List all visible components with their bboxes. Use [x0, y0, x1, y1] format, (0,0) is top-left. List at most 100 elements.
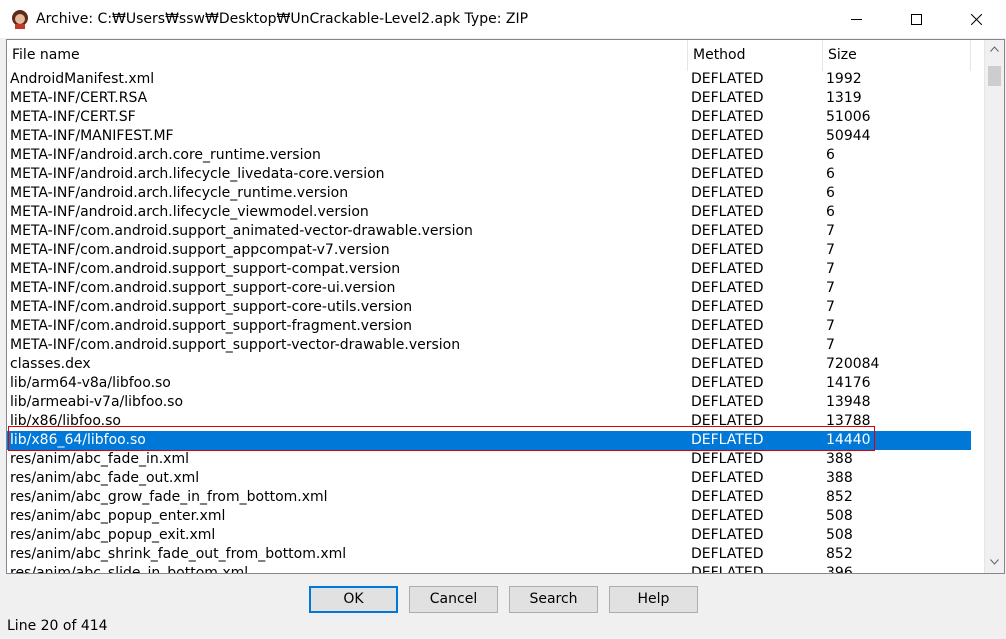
size-cell: 7	[826, 337, 835, 353]
size-cell: 14176	[826, 375, 871, 391]
scroll-down-button[interactable]	[985, 553, 1004, 573]
method-cell: DEFLATED	[691, 223, 764, 239]
table-row[interactable]: META-INF/com.android.support_support-com…	[7, 260, 971, 279]
size-cell: 7	[826, 280, 835, 296]
method-cell: DEFLATED	[691, 546, 764, 562]
method-cell: DEFLATED	[691, 299, 764, 315]
search-button[interactable]: Search	[509, 586, 598, 613]
file-rows: AndroidManifest.xml DEFLATED 1992 META-INF/…	[7, 70, 971, 574]
size-cell: 7	[826, 242, 835, 258]
scroll-up-button[interactable]	[985, 40, 1004, 60]
method-cell: DEFLATED	[691, 413, 764, 429]
file-name-cell: res/anim/abc_slide_in_bottom.xml	[10, 565, 249, 574]
column-header-method[interactable]: Method	[688, 40, 823, 71]
file-name-cell: META-INF/android.arch.lifecycle_viewmode…	[10, 204, 369, 220]
table-row[interactable]: AndroidManifest.xml DEFLATED 1992	[7, 70, 971, 89]
column-header-file-name[interactable]: File name	[7, 40, 688, 71]
method-cell: DEFLATED	[691, 565, 764, 574]
table-row[interactable]: META-INF/com.android.support_support-vec…	[7, 336, 971, 355]
window-title: Archive: C:₩Users₩ssw₩Desktop₩UnCrackabl…	[36, 11, 529, 27]
status-line-count: Line 20 of 414	[7, 618, 108, 634]
file-name-cell: lib/arm64-v8a/libfoo.so	[10, 375, 171, 391]
table-row[interactable]: META-INF/MANIFEST.MF DEFLATED 50944	[7, 127, 971, 146]
file-name-cell: lib/x86_64/libfoo.so	[10, 432, 146, 448]
minimize-icon	[851, 19, 862, 20]
method-cell: DEFLATED	[691, 147, 764, 163]
table-row[interactable]: META-INF/CERT.RSA DEFLATED 1319	[7, 89, 971, 108]
method-cell: DEFLATED	[691, 489, 764, 505]
size-cell: 7	[826, 299, 835, 315]
size-cell: 7	[826, 223, 835, 239]
vertical-scrollbar[interactable]	[984, 40, 1004, 573]
table-row[interactable]: META-INF/CERT.SF DEFLATED 51006	[7, 108, 971, 127]
method-cell: DEFLATED	[691, 261, 764, 277]
maximize-button[interactable]	[886, 0, 946, 38]
size-cell: 508	[826, 508, 853, 524]
method-cell: DEFLATED	[691, 90, 764, 106]
table-row[interactable]: res/anim/abc_popup_exit.xml DEFLATED 508	[7, 526, 971, 545]
close-icon	[971, 14, 982, 25]
method-cell: DEFLATED	[691, 242, 764, 258]
method-cell: DEFLATED	[691, 394, 764, 410]
file-name-cell: META-INF/CERT.SF	[10, 109, 136, 125]
file-name-cell: META-INF/com.android.support_animated-ve…	[10, 223, 473, 239]
minimize-button[interactable]	[826, 0, 886, 38]
file-name-cell: META-INF/com.android.support_appcompat-v…	[10, 242, 390, 258]
column-header-size[interactable]: Size	[823, 40, 971, 71]
method-cell: DEFLATED	[691, 204, 764, 220]
file-name-cell: res/anim/abc_grow_fade_in_from_bottom.xm…	[10, 489, 328, 505]
size-cell: 7	[826, 318, 835, 334]
title-bar: Archive: C:₩Users₩ssw₩Desktop₩UnCrackabl…	[0, 0, 1006, 38]
size-cell: 720084	[826, 356, 880, 372]
ok-button[interactable]: OK	[309, 586, 398, 613]
table-row[interactable]: res/anim/abc_fade_out.xml DEFLATED 388	[7, 469, 971, 488]
table-row[interactable]: lib/armeabi-v7a/libfoo.so DEFLATED 13948	[7, 393, 971, 412]
table-row[interactable]: META-INF/android.arch.lifecycle_viewmode…	[7, 203, 971, 222]
file-name-cell: META-INF/android.arch.lifecycle_livedata…	[10, 166, 385, 182]
method-cell: DEFLATED	[691, 508, 764, 524]
file-name-cell: META-INF/android.arch.core_runtime.versi…	[10, 147, 321, 163]
size-cell: 1992	[826, 71, 862, 87]
file-name-cell: AndroidManifest.xml	[10, 71, 155, 87]
scroll-thumb[interactable]	[988, 66, 1001, 86]
file-name-cell: res/anim/abc_fade_out.xml	[10, 470, 200, 486]
method-cell: DEFLATED	[691, 527, 764, 543]
size-cell: 13788	[826, 413, 871, 429]
table-row[interactable]: res/anim/abc_shrink_fade_out_from_bottom…	[7, 545, 971, 564]
file-name-cell: META-INF/com.android.support_support-cor…	[10, 299, 413, 315]
table-row[interactable]: res/anim/abc_grow_fade_in_from_bottom.xm…	[7, 488, 971, 507]
size-cell: 852	[826, 489, 853, 505]
table-row[interactable]: lib/x86/libfoo.so DEFLATED 13788	[7, 412, 971, 431]
cancel-button[interactable]: Cancel	[409, 586, 498, 613]
table-row[interactable]: lib/arm64-v8a/libfoo.so DEFLATED 14176	[7, 374, 971, 393]
table-row[interactable]: res/anim/abc_fade_in.xml DEFLATED 388	[7, 450, 971, 469]
table-row[interactable]: res/anim/abc_slide_in_bottom.xml DEFLATED…	[7, 564, 971, 574]
file-name-cell: res/anim/abc_fade_in.xml	[10, 451, 189, 467]
help-button[interactable]: Help	[609, 586, 698, 613]
table-row[interactable]: META-INF/com.android.support_support-fra…	[7, 317, 971, 336]
size-cell: 14440	[826, 432, 871, 448]
method-cell: DEFLATED	[691, 185, 764, 201]
size-cell: 50944	[826, 128, 871, 144]
method-cell: DEFLATED	[691, 71, 764, 87]
table-row[interactable]: META-INF/com.android.support_support-cor…	[7, 279, 971, 298]
method-cell: DEFLATED	[691, 318, 764, 334]
close-button[interactable]	[946, 0, 1006, 38]
table-row[interactable]: META-INF/android.arch.lifecycle_livedata…	[7, 165, 971, 184]
table-row[interactable]: META-INF/com.android.support_animated-ve…	[7, 222, 971, 241]
table-row[interactable]: META-INF/android.arch.lifecycle_runtime.…	[7, 184, 971, 203]
size-cell: 396	[826, 565, 853, 574]
file-name-cell: META-INF/com.android.support_support-com…	[10, 261, 401, 277]
size-cell: 6	[826, 147, 835, 163]
table-row[interactable]: META-INF/android.arch.core_runtime.versi…	[7, 146, 971, 165]
file-name-cell: META-INF/com.android.support_support-vec…	[10, 337, 461, 353]
table-row[interactable]: META-INF/com.android.support_appcompat-v…	[7, 241, 971, 260]
chevron-down-icon	[990, 559, 999, 565]
table-row[interactable]: res/anim/abc_popup_enter.xml DEFLATED 508	[7, 507, 971, 526]
file-name-cell: res/anim/abc_shrink_fade_out_from_bottom…	[10, 546, 347, 562]
table-row[interactable]: classes.dex DEFLATED 720084	[7, 355, 971, 374]
file-list[interactable]: File name Method Size AndroidManifest.xm…	[6, 39, 1005, 574]
table-row[interactable]: lib/x86_64/libfoo.so DEFLATED 14440	[7, 431, 971, 450]
size-cell: 388	[826, 470, 853, 486]
table-row[interactable]: META-INF/com.android.support_support-cor…	[7, 298, 971, 317]
